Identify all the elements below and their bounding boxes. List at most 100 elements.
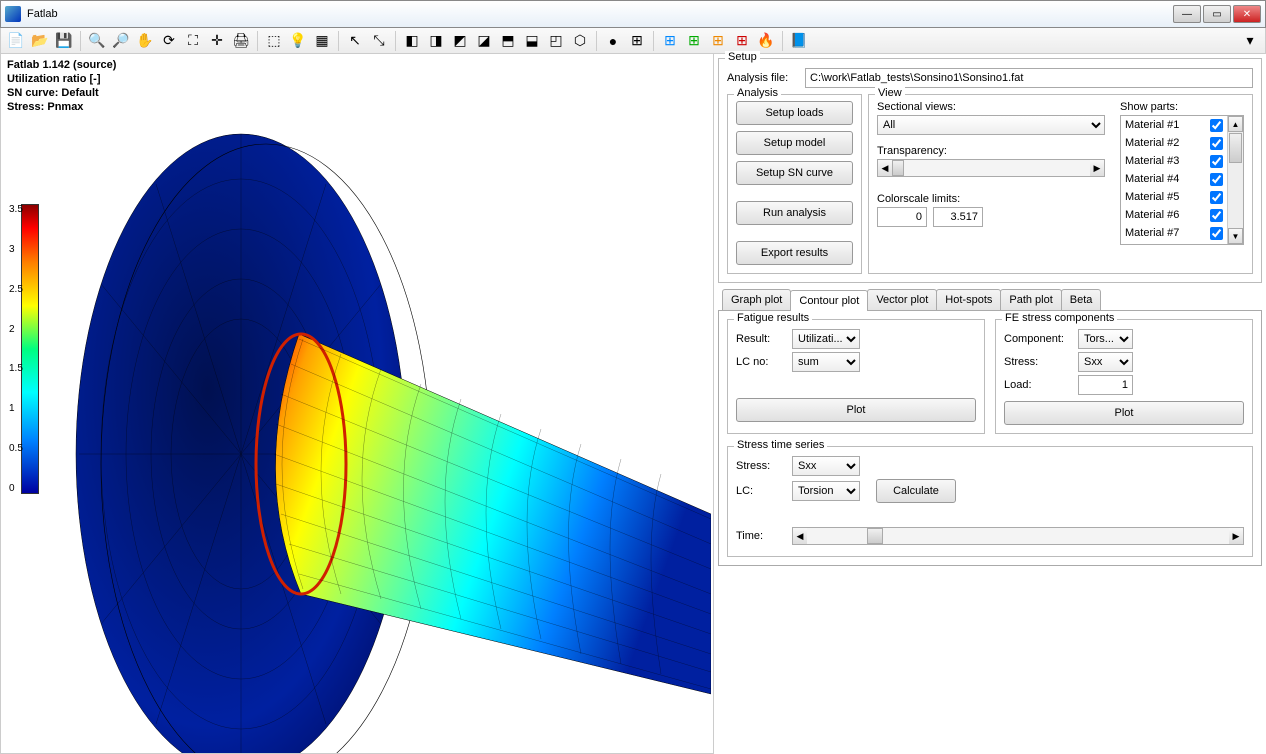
- part-checkbox[interactable]: [1210, 173, 1223, 186]
- print-icon[interactable]: 🖨: [230, 30, 252, 52]
- part-checkbox[interactable]: [1210, 191, 1223, 204]
- part-checkbox[interactable]: [1210, 119, 1223, 132]
- close-button[interactable]: ✕: [1233, 5, 1261, 23]
- tab-contour-plot[interactable]: Contour plot: [790, 290, 868, 311]
- part-row: Material #4: [1121, 170, 1227, 188]
- mesh-icon[interactable]: ⊞: [626, 30, 648, 52]
- fire-icon[interactable]: 🔥: [755, 30, 777, 52]
- iso-icon[interactable]: ⬡: [569, 30, 591, 52]
- sectional-views-select[interactable]: All: [877, 115, 1105, 135]
- calculate-button[interactable]: Calculate: [876, 479, 956, 503]
- part-checkbox[interactable]: [1210, 227, 1223, 240]
- component-select[interactable]: Tors...: [1078, 329, 1133, 349]
- colorbar: 3.5 3 2.5 2 1.5 1 0.5 0: [21, 204, 39, 494]
- colorscale-max-input[interactable]: [933, 207, 983, 227]
- tab-graph-plot[interactable]: Graph plot: [722, 289, 791, 310]
- part-row: Material #2: [1121, 134, 1227, 152]
- node-icon[interactable]: ●: [602, 30, 624, 52]
- fe-model-render: [1, 54, 711, 754]
- analysis-box: Analysis Setup loads Setup model Setup S…: [727, 94, 862, 274]
- app-icon: [5, 6, 21, 22]
- pan-icon[interactable]: ✋: [134, 30, 156, 52]
- setup-loads-button[interactable]: Setup loads: [736, 101, 853, 125]
- open-file-icon[interactable]: 📂: [29, 30, 51, 52]
- save-file-icon[interactable]: 💾: [53, 30, 75, 52]
- cube6-icon[interactable]: ⬓: [521, 30, 543, 52]
- cube7-icon[interactable]: ◰: [545, 30, 567, 52]
- transparency-label: Transparency:: [877, 145, 1105, 157]
- time-slider[interactable]: ◀▶: [792, 527, 1244, 545]
- zoom-in-icon[interactable]: 🔍: [86, 30, 108, 52]
- fatigue-results-box: Fatigue results Result: Utilizati... LC …: [727, 319, 985, 434]
- load-input[interactable]: [1078, 375, 1133, 395]
- fatigue-plot-button[interactable]: Plot: [736, 398, 976, 422]
- cube3-icon[interactable]: ◩: [449, 30, 471, 52]
- new-file-icon[interactable]: 📄: [5, 30, 27, 52]
- lcno-label: LC no:: [736, 356, 786, 368]
- grid3-icon[interactable]: ⊞: [707, 30, 729, 52]
- setup-sn-button[interactable]: Setup SN curve: [736, 161, 853, 185]
- title-bar: Fatlab — ▭ ✕: [0, 0, 1266, 28]
- fe-plot-button[interactable]: Plot: [1004, 401, 1244, 425]
- analysis-file-input[interactable]: [805, 68, 1253, 88]
- grid2-icon[interactable]: ⊞: [683, 30, 705, 52]
- tab-beta[interactable]: Beta: [1061, 289, 1102, 310]
- cube5-icon[interactable]: ⬒: [497, 30, 519, 52]
- cube1-icon[interactable]: ◧: [401, 30, 423, 52]
- rotate-icon[interactable]: ⟳: [158, 30, 180, 52]
- axes-icon[interactable]: ✛: [206, 30, 228, 52]
- tab-path-plot[interactable]: Path plot: [1000, 289, 1061, 310]
- cube2-icon[interactable]: ◨: [425, 30, 447, 52]
- grid4-icon[interactable]: ⊞: [731, 30, 753, 52]
- part-row: Material #1: [1121, 116, 1227, 134]
- window-title: Fatlab: [27, 8, 1173, 20]
- ts-lc-select[interactable]: Torsion: [792, 481, 860, 501]
- help-icon[interactable]: 📘: [788, 30, 810, 52]
- export-results-button[interactable]: Export results: [736, 241, 853, 265]
- part-checkbox[interactable]: [1210, 209, 1223, 222]
- tab-hot-spots[interactable]: Hot-spots: [936, 289, 1001, 310]
- view-box: View Sectional views: All Transparency: …: [868, 94, 1253, 274]
- select-icon[interactable]: ⬚: [263, 30, 285, 52]
- contour-tab-content: Fatigue results Result: Utilizati... LC …: [718, 311, 1262, 566]
- part-row: Material #6: [1121, 206, 1227, 224]
- fit-view-icon[interactable]: ⛶: [182, 30, 204, 52]
- colorscale-min-input[interactable]: [877, 207, 927, 227]
- ts-stress-label: Stress:: [736, 460, 786, 472]
- viewport-info: Fatlab 1.142 (source) Utilization ratio …: [7, 58, 116, 114]
- parts-list: Material #1 Material #2 Material #3 Mate…: [1120, 115, 1244, 245]
- load-label: Load:: [1004, 379, 1072, 391]
- menu-chevron-icon[interactable]: ▾: [1239, 30, 1261, 52]
- result-label: Result:: [736, 333, 786, 345]
- light-icon[interactable]: 💡: [287, 30, 309, 52]
- setup-box: Setup Analysis file: Analysis Setup load…: [718, 58, 1262, 283]
- fe-stress-label: Stress:: [1004, 356, 1072, 368]
- side-panel: Setup Analysis file: Analysis Setup load…: [714, 54, 1266, 754]
- part-row: Material #3: [1121, 152, 1227, 170]
- plot-tabs: Graph plot Contour plot Vector plot Hot-…: [718, 289, 1262, 311]
- viewport-3d[interactable]: Fatlab 1.142 (source) Utilization ratio …: [0, 54, 714, 754]
- pointer-icon[interactable]: ↖: [344, 30, 366, 52]
- part-checkbox[interactable]: [1210, 137, 1223, 150]
- cube4-icon[interactable]: ◪: [473, 30, 495, 52]
- run-analysis-button[interactable]: Run analysis: [736, 201, 853, 225]
- pick-icon[interactable]: ⤡: [368, 30, 390, 52]
- time-series-box: Stress time series Stress: Sxx LC: Torsi…: [727, 446, 1253, 557]
- lcno-select[interactable]: sum: [792, 352, 860, 372]
- part-row: Material #7: [1121, 224, 1227, 242]
- parts-scrollbar[interactable]: ▲ ▼: [1227, 116, 1243, 244]
- minimize-button[interactable]: —: [1173, 5, 1201, 23]
- tab-vector-plot[interactable]: Vector plot: [867, 289, 937, 310]
- result-select[interactable]: Utilizati...: [792, 329, 860, 349]
- setup-model-button[interactable]: Setup model: [736, 131, 853, 155]
- ts-stress-select[interactable]: Sxx: [792, 456, 860, 476]
- box-icon[interactable]: ▦: [311, 30, 333, 52]
- part-checkbox[interactable]: [1210, 155, 1223, 168]
- show-parts-label: Show parts:: [1120, 101, 1244, 113]
- grid1-icon[interactable]: ⊞: [659, 30, 681, 52]
- transparency-slider[interactable]: ◀▶: [877, 159, 1105, 177]
- fe-stress-select[interactable]: Sxx: [1078, 352, 1133, 372]
- maximize-button[interactable]: ▭: [1203, 5, 1231, 23]
- analysis-file-label: Analysis file:: [727, 72, 799, 84]
- zoom-out-icon[interactable]: 🔎: [110, 30, 132, 52]
